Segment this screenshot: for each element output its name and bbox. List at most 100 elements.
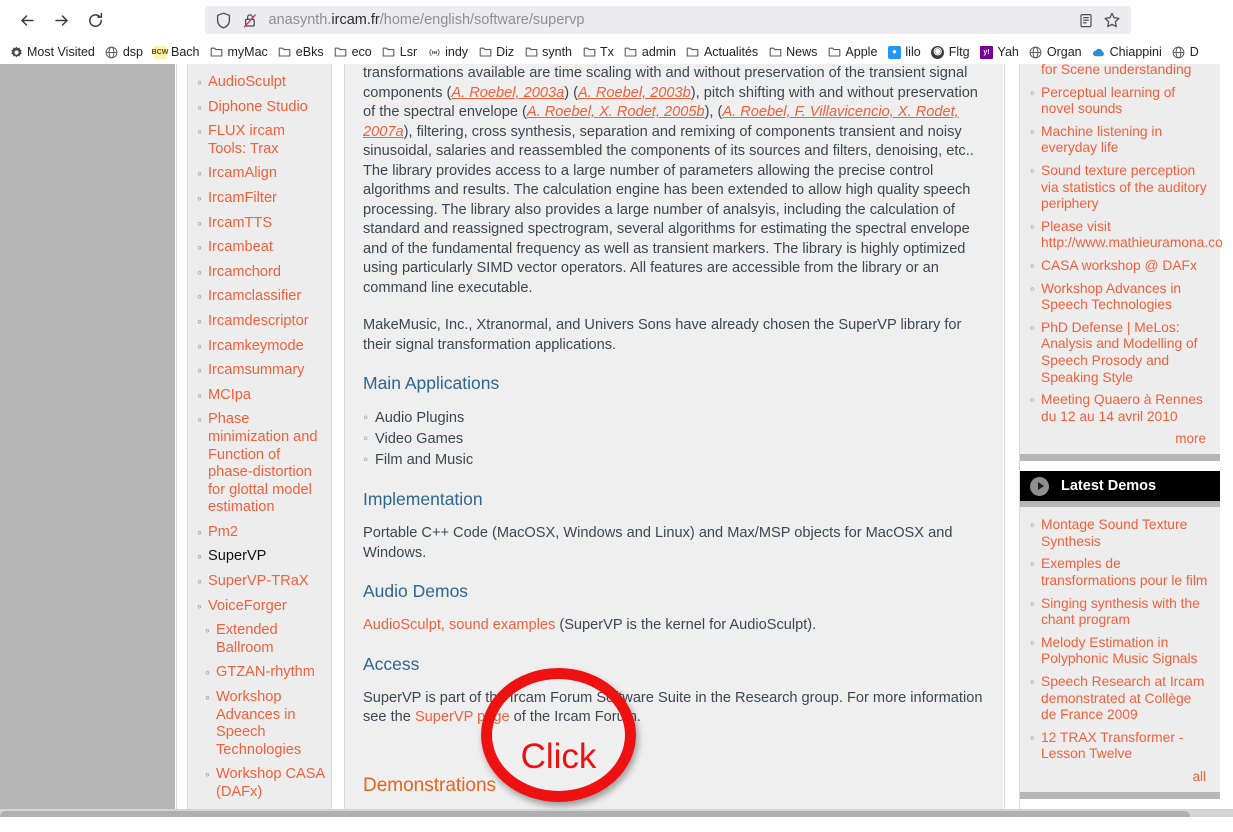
news-list-item[interactable]: for Scene understanding <box>1028 64 1210 79</box>
folder-icon <box>278 45 292 59</box>
software-sidebar-nav: AudioSculpt Diphone Studio FLUX ircam Tool… <box>188 64 435 817</box>
bookmark-d[interactable]: D <box>1167 42 1204 62</box>
sidebar-item-ircamtts[interactable]: IrcamTTS <box>194 215 325 233</box>
news-list-item[interactable]: Meeting Quaero à Rennes du 12 au 14 avri… <box>1028 392 1210 425</box>
sidebar-item-workshop-advances-in-speech-technologies[interactable]: Workshop Advances in Speech Technologies <box>194 689 325 759</box>
bookmark-label: D <box>1189 45 1199 59</box>
web-page: AudioSculpt Diphone Studio FLUX ircam Tool… <box>0 64 1233 817</box>
bookmark-chiappini[interactable]: Chiappini <box>1087 42 1167 62</box>
folder-icon <box>478 45 492 59</box>
sidebar-item-ircambeat[interactable]: Ircambeat <box>194 239 325 257</box>
supervp-page-link[interactable]: SuperVP page <box>415 709 510 725</box>
sidebar-item-ircamfilter[interactable]: IrcamFilter <box>194 190 325 208</box>
horizontal-scrollbar-thumb[interactable] <box>0 811 1190 817</box>
demo-list-item[interactable]: Melody Estimation in Polyphonic Music Si… <box>1028 635 1210 668</box>
demo-list-item[interactable]: Exemples de transformations pour le film <box>1028 556 1210 589</box>
sidebar-item-flux-ircam-tools-trax[interactable]: FLUX ircam Tools: Trax <box>194 123 325 158</box>
bookmark-fltg[interactable]: ◉ Fltg <box>926 42 975 62</box>
right-sidebar: for Scene understanding Perceptual learni… <box>1020 64 1223 809</box>
demo-list-item[interactable]: Singing synthesis with the chant program <box>1028 596 1210 629</box>
bookmark-label: eBks <box>295 45 324 59</box>
reload-button[interactable] <box>78 5 112 35</box>
sidebar-item-ircamchord[interactable]: Ircamchord <box>194 264 325 282</box>
bookmark-ebks[interactable]: eBks <box>273 42 329 62</box>
sidebar-item-workshop-casa-dafx-[interactable]: Workshop CASA (DAFx) <box>194 766 325 801</box>
folder-icon <box>686 45 700 59</box>
bookmark-star-icon[interactable] <box>1099 9 1125 31</box>
bookmark-yah[interactable]: y! Yah <box>975 42 1024 62</box>
url-text[interactable]: anasynth.ircam.fr/home/english/software/… <box>263 6 1073 34</box>
news-list-item[interactable]: Please visit http://www.mathieuramona.co <box>1028 219 1223 252</box>
address-bar[interactable]: anasynth.ircam.fr/home/english/software/… <box>204 6 1131 34</box>
sidebar-item-supervp-trax[interactable]: SuperVP-TRaX <box>194 573 325 591</box>
bookmark-news[interactable]: News <box>763 42 822 62</box>
bookmark-dsp[interactable]: dsp <box>100 42 148 62</box>
forward-arrow-icon <box>52 11 71 30</box>
sidebar-item-extended-ballroom[interactable]: Extended Ballroom <box>194 622 325 657</box>
bookmark-tx[interactable]: Tx <box>577 42 619 62</box>
bookmark-apple[interactable]: Apple <box>822 42 882 62</box>
reference-link-roebel-rodet-2005b[interactable]: A. Roebel, X. Rodet, 2005b <box>527 104 705 120</box>
sidebar-item-diphone-studio[interactable]: Diphone Studio <box>194 99 325 117</box>
sidebar-item-ircamsummary[interactable]: Ircamsummary <box>194 362 325 380</box>
news-list-item[interactable]: Perceptual learning of novel sounds <box>1028 85 1210 118</box>
reference-link-roebel-2003b[interactable]: A. Roebel, 2003b <box>578 85 691 101</box>
sidebar-item-ircamalign[interactable]: IrcamAlign <box>194 165 325 183</box>
heading-access: Access <box>363 653 420 674</box>
sidebar-item-phase-minimization-and-function-of-phase[interactable]: Phase minimization and Function of phase… <box>194 411 325 517</box>
bookmark-indy[interactable]: indy <box>422 42 473 62</box>
bookmark-mymac[interactable]: myMac <box>205 42 273 62</box>
news-list-item[interactable]: Machine listening in everyday life <box>1028 124 1210 157</box>
sidebar-item-mcipa[interactable]: MCIpa <box>194 387 325 405</box>
news-list-item[interactable]: Workshop Advances in Speech Technologies <box>1028 281 1210 314</box>
sidebar-item-ircamkeymode[interactable]: Ircamkeymode <box>194 338 325 356</box>
sidebar-item-audiosculpt[interactable]: AudioSculpt <box>194 74 325 92</box>
bookmark-admin[interactable]: admin <box>619 42 681 62</box>
reference-link-roebel-2003a[interactable]: A. Roebel, 2003a <box>451 85 564 101</box>
sidebar-item-gtzan-rhythm[interactable]: GTZAN-rhythm <box>194 664 325 682</box>
folder-icon <box>334 45 348 59</box>
reader-view-icon[interactable] <box>1073 9 1099 31</box>
demo-list-item[interactable]: 12 TRAX Transformer - Lesson Twelve <box>1028 730 1210 763</box>
makemusic-paragraph: MakeMusic, Inc., Xtranormal, and Univers… <box>363 317 962 353</box>
bookmark-label: lilo <box>905 45 921 59</box>
bookmark-actualit-s[interactable]: Actualités <box>681 42 763 62</box>
page-left-gutter <box>0 64 175 809</box>
news-list-item[interactable]: CASA workshop @ DAFx <box>1028 258 1210 275</box>
sidebar-item-ircamdescriptor[interactable]: Ircamdescriptor <box>194 313 325 331</box>
urlbar-container: anasynth.ircam.fr/home/english/software/… <box>112 6 1223 34</box>
latest-demos-title: Latest Demos <box>1061 478 1157 495</box>
news-more-link[interactable]: more <box>1028 431 1210 446</box>
forward-button[interactable] <box>44 5 78 35</box>
bookmark-eco[interactable]: eco <box>329 42 377 62</box>
demo-list-item[interactable]: Montage Sound Texture Synthesis <box>1028 517 1210 550</box>
bookmark-label: Fltg <box>948 45 970 59</box>
bookmark-lsr[interactable]: Lsr <box>377 42 422 62</box>
application-list-item: Video Games <box>363 429 985 450</box>
lock-broken-icon[interactable] <box>237 9 263 31</box>
bookmark-most-visited[interactable]: Most Visited <box>4 42 100 62</box>
play-circle-icon <box>1030 476 1049 496</box>
news-list-item[interactable]: PhD Defense | MeLos: Analysis and Modell… <box>1028 320 1210 386</box>
bookmark-lilo[interactable]: ● lilo <box>882 42 925 62</box>
back-button[interactable] <box>10 5 44 35</box>
demos-block-bottom-bar <box>1020 792 1220 799</box>
bookmark-diz[interactable]: Diz <box>473 42 519 62</box>
audiosculpt-sound-examples-link[interactable]: AudioSculpt, sound examples <box>363 617 555 633</box>
bookmark-synth[interactable]: synth <box>519 42 577 62</box>
sidebar-item-voiceforger[interactable]: VoiceForger <box>194 598 325 616</box>
divider-left-outer <box>176 64 177 809</box>
software-nav-list: AudioSculpt Diphone Studio FLUX ircam Tool… <box>194 74 435 817</box>
news-list-item[interactable]: Sound texture perception via statistics … <box>1028 163 1210 213</box>
demo-list-item[interactable]: Speech Research at Ircam demonstrated at… <box>1028 674 1210 724</box>
intro-text-5: ), filtering, cross synthesis, separatio… <box>363 123 974 296</box>
sidebar-item-pm2[interactable]: Pm2 <box>194 524 325 542</box>
bookmark-bach[interactable]: BCW Bach <box>148 42 205 62</box>
shield-icon[interactable] <box>211 9 237 31</box>
bookmark-organ[interactable]: Organ <box>1024 42 1087 62</box>
demos-all-link[interactable]: all <box>1028 769 1210 784</box>
sidebar-item-ircamclassifier[interactable]: Ircamclassifier <box>194 288 325 306</box>
urlbar-actions <box>1073 9 1125 31</box>
favicon-fltg: ◉ <box>931 45 945 59</box>
horizontal-scrollbar[interactable] <box>0 809 1233 817</box>
